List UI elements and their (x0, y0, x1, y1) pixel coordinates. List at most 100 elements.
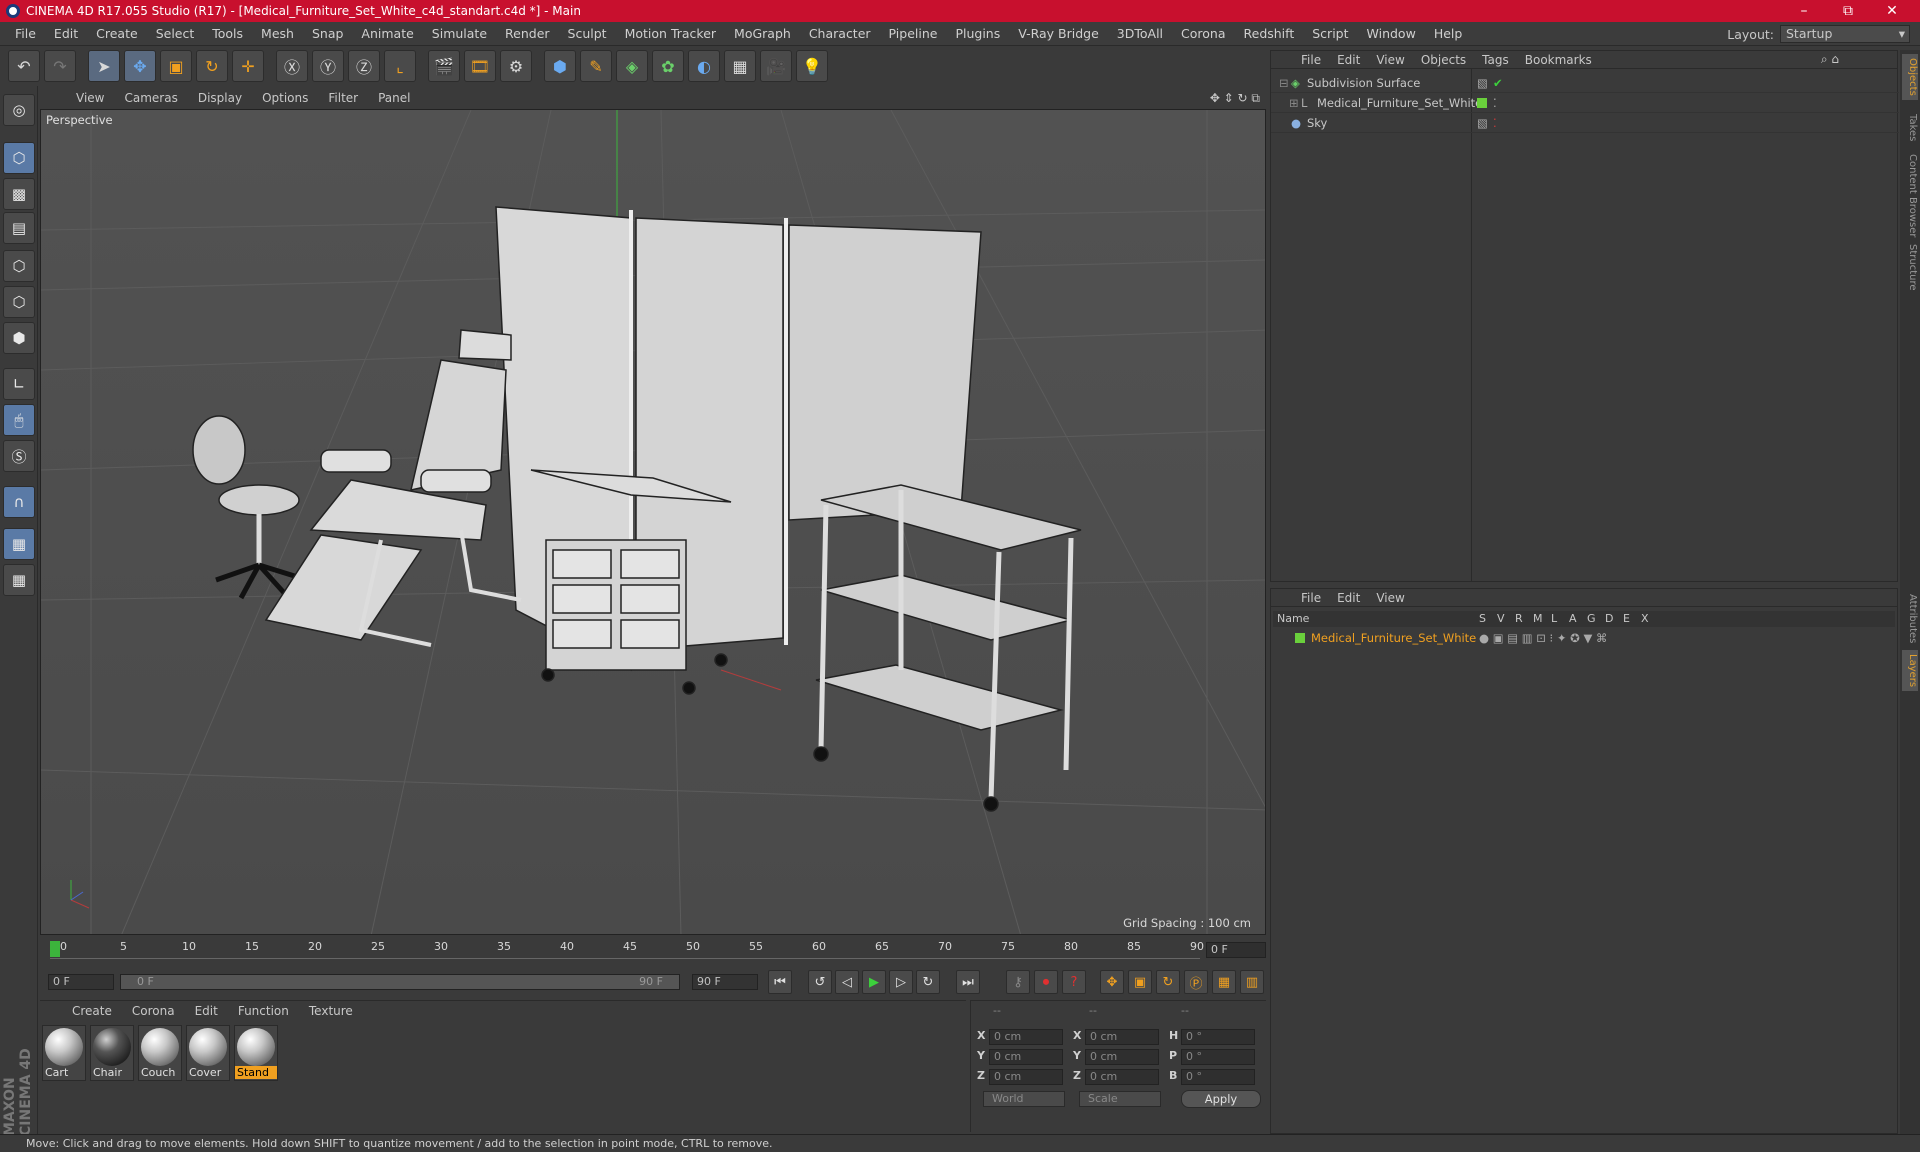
layout-dropdown[interactable]: Startup (1780, 25, 1910, 43)
move-icon[interactable]: ✥ (124, 50, 156, 82)
loop-forward-icon[interactable]: ↻ (916, 970, 940, 994)
tweak-mode-icon[interactable]: 🖱 (3, 404, 35, 436)
lock-workplane-icon[interactable]: ▦ (3, 528, 35, 560)
mograph-cloner-icon[interactable]: ✿ (652, 50, 684, 82)
menu-tools[interactable]: Tools (203, 26, 252, 41)
rotation-b-field[interactable]: 0 ° (1181, 1069, 1255, 1085)
minimize-button[interactable]: – (1782, 0, 1826, 22)
visibility-toggle-icon[interactable]: ▧ (1477, 73, 1488, 93)
viewport-nav-icons[interactable]: ✥ ⇕ ↻ ⧉ (1210, 91, 1260, 106)
camera-icon[interactable]: 🎥 (760, 50, 792, 82)
cube-icon[interactable]: ⬢ (544, 50, 576, 82)
material-menu-function[interactable]: Function (228, 1004, 299, 1018)
layer-menu-edit[interactable]: Edit (1329, 591, 1368, 605)
axis-mode-icon[interactable]: ∟ (3, 368, 35, 400)
object-row[interactable]: ⊟ ◈ Subdivision Surface ▧ ✔ (1271, 73, 1899, 93)
timeline-ruler[interactable]: 0 5 10 15 20 25 30 35 40 45 50 55 60 65 … (50, 940, 1204, 962)
menu-mograph[interactable]: MoGraph (725, 26, 800, 41)
play-icon[interactable]: ▶ (862, 970, 886, 994)
make-editable-icon[interactable]: ◎ (3, 94, 35, 126)
menu-plugins[interactable]: Plugins (946, 26, 1009, 41)
tab-attributes[interactable]: Attributes (1902, 590, 1918, 647)
floor-icon[interactable]: ▦ (724, 50, 756, 82)
obj-menu-edit[interactable]: Edit (1329, 53, 1368, 67)
apply-button[interactable]: Apply (1181, 1090, 1261, 1108)
viewport-menu-panel[interactable]: Panel (368, 91, 420, 105)
menu-render[interactable]: Render (496, 26, 559, 41)
texture-mode-icon[interactable]: ▩ (3, 178, 35, 210)
step-forward-icon[interactable]: ▷ (889, 970, 913, 994)
undo-icon[interactable]: ↶ (8, 50, 40, 82)
autokey-icon[interactable]: ? (1062, 970, 1086, 994)
menu-simulate[interactable]: Simulate (423, 26, 496, 41)
viewport-menu-filter[interactable]: Filter (318, 91, 368, 105)
menu-vray-bridge[interactable]: V-Ray Bridge (1009, 26, 1108, 41)
position-y-field[interactable]: 0 cm (989, 1049, 1063, 1065)
obj-menu-objects[interactable]: Objects (1413, 53, 1474, 67)
menu-edit[interactable]: Edit (45, 26, 87, 41)
start-frame-field[interactable]: 0 F (48, 974, 114, 990)
close-button[interactable]: ✕ (1870, 0, 1914, 22)
render-view-icon[interactable]: 🎬 (428, 50, 460, 82)
transform-icon[interactable]: ✛ (232, 50, 264, 82)
menu-snap[interactable]: Snap (303, 26, 352, 41)
rotate-icon[interactable]: ↻ (196, 50, 228, 82)
obj-menu-tags[interactable]: Tags (1474, 53, 1517, 67)
menu-create[interactable]: Create (87, 26, 147, 41)
perspective-viewport[interactable]: Perspective Grid Spacing : 100 cm (40, 109, 1266, 935)
material-swatch[interactable]: Couch (138, 1025, 182, 1081)
menu-help[interactable]: Help (1425, 26, 1472, 41)
menu-window[interactable]: Window (1358, 26, 1425, 41)
enabled-check-icon[interactable]: ✔ (1493, 73, 1503, 93)
menu-animate[interactable]: Animate (352, 26, 422, 41)
tree-collapse-icon[interactable]: ⊟ (1279, 73, 1289, 93)
range-slider[interactable]: 0 F 90 F (120, 974, 680, 990)
layer-menu-file[interactable]: File (1293, 591, 1329, 605)
scale-icon[interactable]: ▣ (160, 50, 192, 82)
menu-redshift[interactable]: Redshift (1235, 26, 1304, 41)
loop-icon[interactable]: ↺ (808, 970, 832, 994)
redo-icon[interactable]: ↷ (44, 50, 76, 82)
record-icon[interactable]: ⏺ (1034, 970, 1058, 994)
scale-dropdown[interactable]: Scale (1079, 1091, 1161, 1107)
obj-menu-file[interactable]: File (1293, 53, 1329, 67)
tab-takes[interactable]: Takes (1902, 110, 1918, 145)
visibility-dots-icon[interactable]: ⁚ (1493, 93, 1497, 113)
viewport-menu-view[interactable]: View (66, 91, 114, 105)
layer-row[interactable]: Medical_Furniture_Set_White ● ▣ ▤ ▥ ⊡ ⁝ … (1273, 629, 1895, 647)
workplane-icon[interactable]: ▤ (3, 212, 35, 244)
visibility-toggle-icon[interactable]: ▧ (1477, 113, 1488, 133)
z-axis-icon[interactable]: Ⓩ (348, 50, 380, 82)
material-menu-edit[interactable]: Edit (185, 1004, 228, 1018)
material-swatch-selected[interactable]: Stand (234, 1025, 278, 1081)
deformer-icon[interactable]: ◐ (688, 50, 720, 82)
viewport-menu-display[interactable]: Display (188, 91, 252, 105)
visibility-dots-icon[interactable]: ⁚ (1493, 113, 1497, 133)
step-back-icon[interactable]: ◁ (835, 970, 859, 994)
menu-character[interactable]: Character (800, 26, 880, 41)
solo-icon[interactable]: Ⓢ (3, 440, 35, 472)
layer-color-icon[interactable] (1477, 98, 1487, 108)
tab-objects[interactable]: Objects (1902, 54, 1918, 100)
end-frame-field[interactable]: 90 F (692, 974, 758, 990)
layer-color-swatch[interactable] (1295, 633, 1305, 643)
menu-motion-tracker[interactable]: Motion Tracker (616, 26, 725, 41)
playhead[interactable] (50, 941, 60, 957)
select-arrow-icon[interactable]: ➤ (88, 50, 120, 82)
edges-mode-icon[interactable]: ⬡ (3, 286, 35, 318)
size-x-field[interactable]: 0 cm (1085, 1029, 1159, 1045)
menu-3dtoall[interactable]: 3DToAll (1108, 26, 1172, 41)
layer-menu-view[interactable]: View (1368, 591, 1412, 605)
coordinate-system-icon[interactable]: ⌞ (384, 50, 416, 82)
key-scale-icon[interactable]: ▣ (1128, 970, 1152, 994)
pen-spline-icon[interactable]: ✎ (580, 50, 612, 82)
key-move-icon[interactable]: ✥ (1100, 970, 1124, 994)
menu-sculpt[interactable]: Sculpt (559, 26, 616, 41)
keyframe-key-icon[interactable]: ⚷ (1006, 970, 1030, 994)
material-menu-corona[interactable]: Corona (122, 1004, 185, 1018)
y-axis-icon[interactable]: Ⓨ (312, 50, 344, 82)
size-z-field[interactable]: 0 cm (1085, 1069, 1159, 1085)
points-mode-icon[interactable]: ⬡ (3, 250, 35, 282)
menu-file[interactable]: File (6, 26, 45, 41)
object-row[interactable]: ● Sky ▧ ⁚ (1271, 113, 1899, 133)
